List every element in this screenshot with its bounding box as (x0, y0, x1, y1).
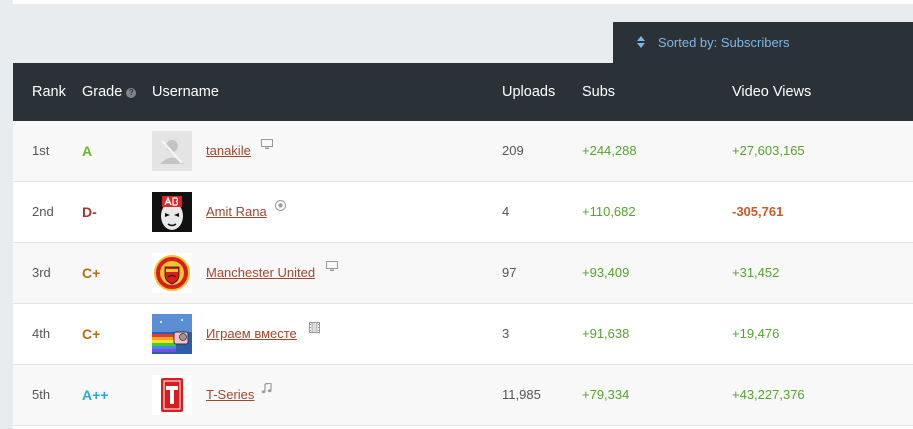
header-uploads[interactable]: Uploads (502, 63, 555, 121)
uploads-cell: 209 (502, 143, 524, 158)
uploads-cell: 3 (502, 326, 510, 341)
ab-mask-avatar[interactable] (152, 192, 192, 232)
username-link[interactable]: Manchester United (206, 243, 315, 303)
soccer-ball-icon (275, 200, 286, 211)
subs-cell: +79,334 (582, 387, 630, 402)
rank-cell: 2nd (32, 204, 54, 219)
subs-cell: +91,638 (582, 326, 630, 341)
username-text[interactable]: tanakile (206, 143, 251, 158)
grade-cell: A++ (82, 387, 109, 403)
top-panel-edge (13, 0, 913, 4)
rank-cell: 5th (32, 387, 51, 402)
rank-cell: 4th (32, 326, 51, 341)
default-avatar[interactable] (152, 131, 192, 171)
header-grade[interactable]: Grade? (82, 63, 137, 121)
header-rank[interactable]: Rank (32, 63, 66, 121)
grade-cell: A (82, 143, 93, 159)
subs-cell: +244,288 (582, 143, 637, 158)
table-row: 3rd C+ Manchester United 97 +93,409 +31,… (13, 243, 913, 304)
monitor-icon (261, 139, 273, 150)
grade-cell: C+ (82, 326, 101, 342)
subs-cell: +93,409 (582, 265, 630, 280)
help-icon[interactable]: ? (126, 88, 137, 98)
rank-cell: 1st (32, 143, 50, 158)
views-cell: +43,227,376 (732, 387, 805, 402)
uploads-cell: 97 (502, 265, 517, 280)
uploads-cell: 11,985 (502, 387, 541, 402)
channel-ranking-table: Rank Grade? Username Uploads Subs Video … (13, 63, 913, 429)
music-note-icon (261, 383, 272, 394)
username-link[interactable]: T-Series (206, 365, 254, 425)
username-text[interactable]: T-Series (206, 387, 254, 402)
nyan-cat-avatar[interactable] (152, 314, 192, 354)
monitor-icon (326, 261, 338, 272)
username-link[interactable]: Играем вместе (206, 304, 297, 364)
username-link[interactable]: tanakile (206, 121, 251, 181)
username-text[interactable]: Manchester United (206, 265, 315, 280)
film-icon (309, 322, 320, 333)
table-row: 1st A tanakile 209 +244,288 +27,603,165 (13, 121, 913, 182)
header-username[interactable]: Username (152, 63, 219, 121)
grade-cell: C+ (82, 265, 101, 281)
views-cell: +27,603,165 (732, 143, 805, 158)
header-subs[interactable]: Subs (582, 63, 615, 121)
t-series-logo[interactable] (152, 375, 192, 415)
views-cell: +31,452 (732, 265, 780, 280)
username-text[interactable]: Amit Rana (206, 204, 267, 219)
sort-arrows-icon (637, 35, 645, 48)
username-text[interactable]: Играем вместе (206, 326, 297, 341)
uploads-cell: 4 (502, 204, 510, 219)
table-row: 5th A++ T-Series 11,985 +79,334 +43,227,… (13, 365, 913, 426)
manchester-united-crest[interactable] (152, 253, 192, 293)
grade-cell: D- (82, 204, 97, 220)
views-cell: +19,476 (732, 326, 780, 341)
rank-cell: 3rd (32, 265, 51, 280)
views-cell: -305,761 (732, 204, 784, 219)
table-row: 4th C+ Играем вместе 3 +91,638 +19,476 (13, 304, 913, 365)
table-header: Rank Grade? Username Uploads Subs Video … (13, 63, 913, 121)
subs-cell: +110,682 (582, 204, 636, 219)
header-grade-label: Grade (82, 84, 123, 100)
username-link[interactable]: Amit Rana (206, 182, 267, 242)
header-video-views[interactable]: Video Views (732, 63, 811, 121)
table-row: 2nd D- Amit Rana 4 +110,682 -305,761 (13, 182, 913, 243)
sort-dropdown[interactable]: Sorted by: Subscribers (613, 22, 913, 63)
sort-label: Sorted by: Subscribers (658, 35, 790, 50)
